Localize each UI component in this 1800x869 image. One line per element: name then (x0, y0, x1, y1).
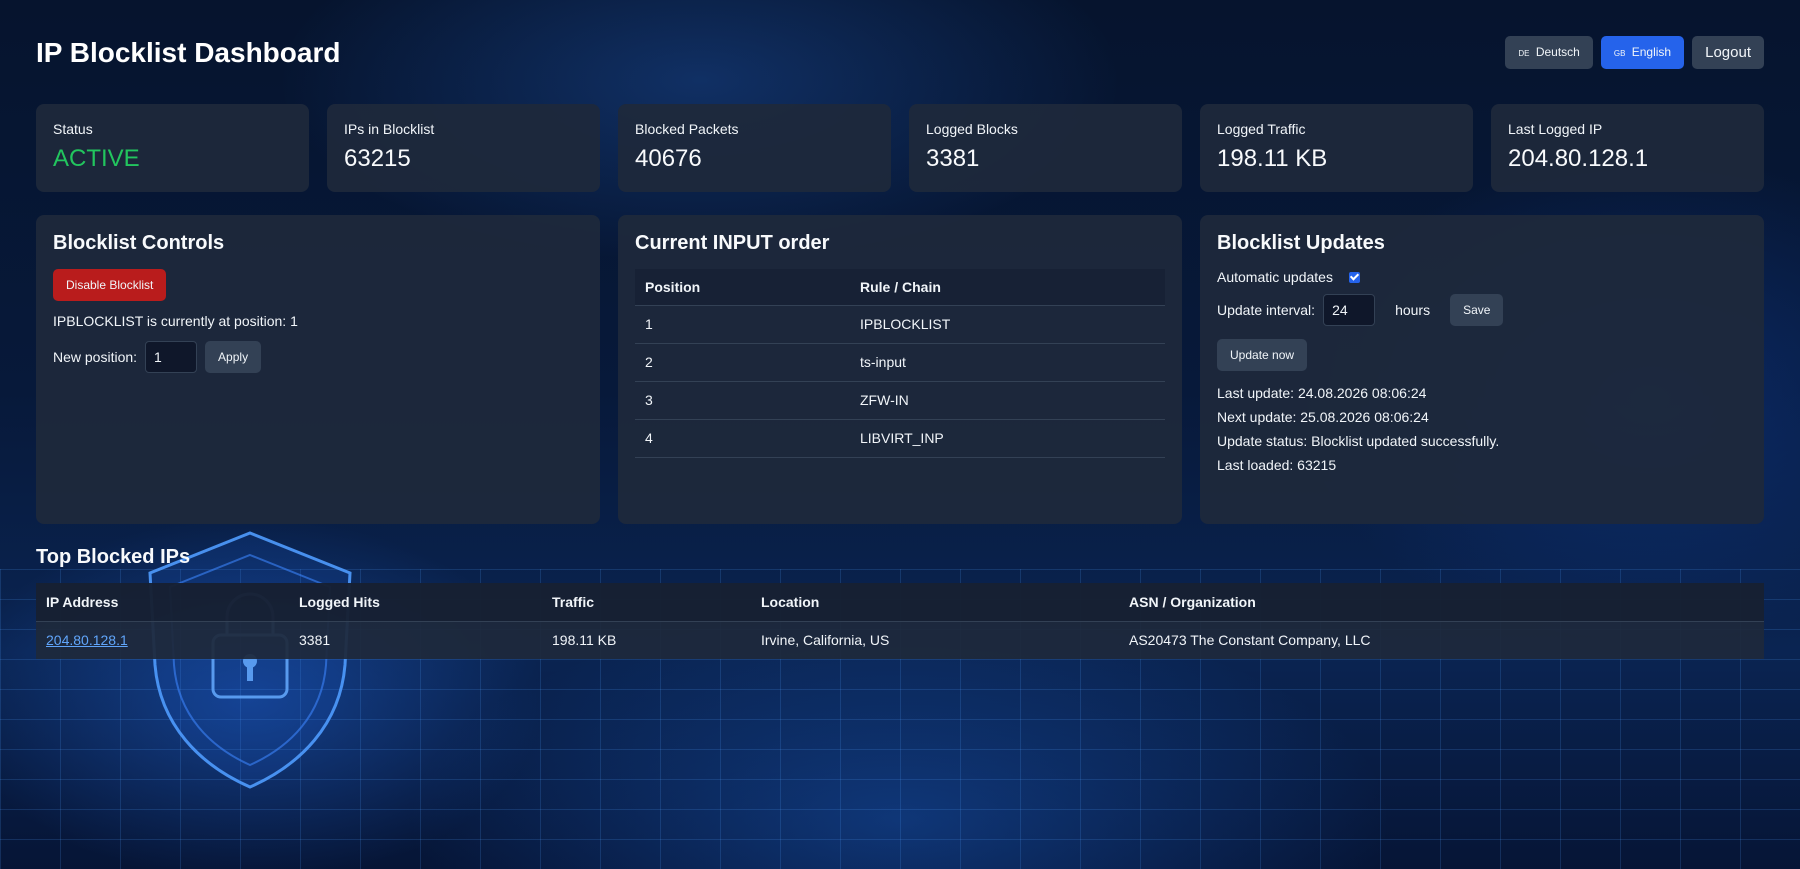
language-deutsch-label: Deutsch (1535, 45, 1580, 59)
automatic-updates-checkbox[interactable] (1348, 271, 1360, 283)
chain-cell: IPBLOCKLIST (850, 304, 1165, 343)
asn-cell: AS20473 The Constant Company, LLC (1119, 620, 1764, 659)
update-interval-row: Update interval: hours Save (1217, 294, 1747, 326)
automatic-updates-row: Automatic updates (1217, 269, 1747, 285)
table-row: 2 ts-input (635, 342, 1165, 381)
panel-title: Blocklist Controls (53, 232, 225, 254)
table-header-row: Position Rule / Chain (635, 269, 1165, 305)
new-position-row: New position: Apply (53, 341, 583, 373)
stat-label: Logged Blocks (926, 121, 1018, 137)
current-position-text: IPBLOCKLIST is currently at position: 1 (53, 313, 298, 329)
column-header-asn: ASN / Organization (1119, 583, 1764, 621)
ip-address-link[interactable]: 204.80.128.1 (46, 632, 128, 648)
table-row: 4 LIBVIRT_INP (635, 418, 1165, 458)
stat-card-last-logged-ip: Last Logged IP 204.80.128.1 (1491, 104, 1764, 192)
logged-hits-cell: 3381 (289, 620, 542, 659)
language-english-button[interactable]: GB English (1600, 35, 1685, 69)
chain-cell: LIBVIRT_INP (850, 418, 1165, 458)
chain-cell: ts-input (850, 342, 1165, 381)
gb-flag-icon: GB (1613, 49, 1626, 58)
stat-value: 63215 (344, 145, 411, 172)
stat-value: 198.11 KB (1217, 145, 1328, 172)
stat-label: Last Logged IP (1508, 121, 1603, 137)
table-header-row: IP Address Logged Hits Traffic Location … (36, 583, 1764, 621)
stat-label: Blocked Packets (635, 121, 739, 137)
stat-card-ips-in-blocklist: IPs in Blocklist 63215 (327, 104, 600, 192)
new-position-input[interactable] (145, 341, 198, 373)
disable-blocklist-button[interactable]: Disable Blocklist (53, 269, 167, 301)
blocklist-controls-panel: Blocklist Controls Disable Blocklist IPB… (36, 215, 600, 524)
update-status-text: Update status: Blocklist updated success… (1217, 433, 1500, 449)
last-loaded-text: Last loaded: 63215 (1217, 457, 1337, 473)
column-header-ip-address: IP Address (36, 583, 289, 621)
panel-title: Current INPUT order (635, 232, 830, 254)
page-header: IP Blocklist Dashboard DE Deutsch GB Eng… (36, 0, 1764, 104)
update-info: Last update: 24.08.2026 08:06:24 Next up… (1217, 381, 1747, 477)
save-button[interactable]: Save (1450, 294, 1504, 326)
next-update-text: Next update: 25.08.2026 08:06:24 (1217, 409, 1429, 425)
position-cell: 2 (635, 342, 850, 381)
new-position-label: New position: (53, 349, 138, 365)
stat-card-status: Status ACTIVE (36, 104, 309, 192)
position-cell: 3 (635, 380, 850, 419)
panels-row: Blocklist Controls Disable Blocklist IPB… (36, 215, 1764, 524)
stat-label: Logged Traffic (1217, 121, 1306, 137)
stats-row: Status ACTIVE IPs in Blocklist 63215 Blo… (36, 104, 1764, 192)
stat-value: 3381 (926, 145, 980, 172)
update-interval-label: Update interval: (1217, 302, 1316, 318)
table-row: 1 IPBLOCKLIST (635, 304, 1165, 343)
stat-card-logged-traffic: Logged Traffic 198.11 KB (1200, 104, 1473, 192)
update-interval-input[interactable] (1323, 294, 1376, 326)
column-header-traffic: Traffic (542, 583, 751, 621)
stat-label: Status (53, 121, 93, 137)
location-cell: Irvine, California, US (751, 620, 1119, 659)
language-english-label: English (1631, 45, 1672, 59)
stat-value: 40676 (635, 145, 702, 172)
de-flag-icon: DE (1518, 49, 1530, 58)
page-title: IP Blocklist Dashboard (36, 37, 341, 68)
input-order-panel: Current INPUT order Position Rule / Chai… (618, 215, 1182, 524)
header-actions: DE Deutsch GB English Logout (1505, 35, 1764, 69)
position-cell: 1 (635, 304, 850, 343)
logout-button[interactable]: Logout (1692, 35, 1764, 69)
column-header-location: Location (751, 583, 1119, 621)
stat-card-logged-blocks: Logged Blocks 3381 (909, 104, 1182, 192)
apply-button[interactable]: Apply (205, 341, 262, 373)
stat-card-blocked-packets: Blocked Packets 40676 (618, 104, 891, 192)
interval-unit-label: hours (1395, 302, 1431, 318)
panel-title: Blocklist Updates (1217, 232, 1385, 254)
language-deutsch-button[interactable]: DE Deutsch (1505, 35, 1593, 69)
stat-label: IPs in Blocklist (344, 121, 435, 137)
chain-cell: ZFW-IN (850, 380, 1165, 419)
column-header-logged-hits: Logged Hits (289, 583, 542, 621)
top-blocked-title: Top Blocked IPs (36, 546, 191, 568)
automatic-updates-label: Automatic updates (1217, 269, 1333, 285)
last-update-text: Last update: 24.08.2026 08:06:24 (1217, 385, 1427, 401)
column-header-rule-chain: Rule / Chain (850, 269, 1165, 305)
table-row: 204.80.128.1 3381 198.11 KB Irvine, Cali… (36, 620, 1764, 659)
top-blocked-table: IP Address Logged Hits Traffic Location … (36, 583, 1764, 659)
column-header-position: Position (635, 269, 850, 305)
traffic-cell: 198.11 KB (542, 620, 751, 659)
input-order-table: Position Rule / Chain 1 IPBLOCKLIST 2 ts… (635, 269, 1165, 458)
update-now-button[interactable]: Update now (1217, 339, 1308, 371)
stat-value: 204.80.128.1 (1508, 145, 1649, 172)
table-row: 3 ZFW-IN (635, 380, 1165, 419)
blocklist-updates-panel: Blocklist Updates Automatic updates Upda… (1200, 215, 1764, 524)
position-cell: 4 (635, 418, 850, 458)
status-value: ACTIVE (53, 145, 140, 172)
